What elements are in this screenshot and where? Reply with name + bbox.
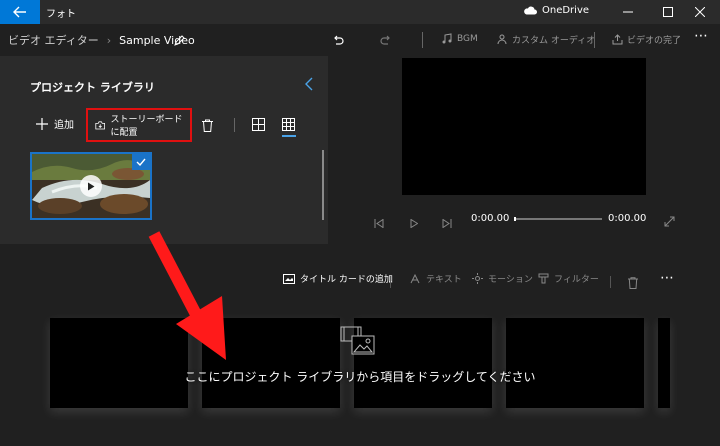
storyboard-divider <box>390 276 391 288</box>
add-title-card-button[interactable]: タイトル カードの追加 <box>283 272 393 285</box>
breadcrumb-separator: › <box>106 33 112 47</box>
prev-frame-button[interactable] <box>374 213 384 232</box>
onedrive-status[interactable]: OneDrive <box>523 5 589 16</box>
storyboard-divider <box>610 276 611 288</box>
play-button[interactable] <box>410 213 419 232</box>
undo-icon <box>334 35 344 45</box>
breadcrumb-root[interactable]: ビデオ エディター <box>8 32 99 48</box>
place-in-storyboard-button[interactable]: ストーリーボードに配置 <box>86 108 192 142</box>
storyboard-slot[interactable] <box>506 318 644 408</box>
library-divider <box>234 118 235 132</box>
chevron-left-icon <box>305 77 313 91</box>
redo-icon <box>380 35 390 45</box>
step-back-icon <box>374 218 384 229</box>
play-icon <box>410 218 419 229</box>
video-preview[interactable] <box>402 58 646 195</box>
export-icon <box>612 34 623 45</box>
cloud-icon <box>524 6 537 15</box>
onedrive-label: OneDrive <box>542 5 590 16</box>
thumbnail-play-button[interactable] <box>80 175 102 197</box>
bgm-button[interactable]: BGM <box>442 33 478 44</box>
toolbar-divider <box>422 32 423 48</box>
storyboard-delete-button[interactable] <box>628 274 638 293</box>
checkmark-icon <box>136 158 146 166</box>
app-title: フォト <box>46 9 76 20</box>
breadcrumb: ビデオ エディター › Sample Video <box>8 32 195 48</box>
close-button[interactable] <box>680 0 720 24</box>
seek-thumb[interactable] <box>514 217 516 221</box>
total-time: 0:00.00 <box>608 213 647 224</box>
more-options-button[interactable]: ⋯ <box>694 28 708 44</box>
finish-video-button[interactable]: ビデオの完了 <box>612 33 681 46</box>
media-placeholder-icon <box>340 326 376 360</box>
step-forward-icon <box>442 218 452 229</box>
storyboard-place-icon <box>95 121 106 130</box>
trash-icon <box>202 119 213 132</box>
grid-3x3-icon <box>282 118 295 131</box>
delete-media-button[interactable] <box>202 117 213 136</box>
trash-icon <box>628 277 638 289</box>
minimize-button[interactable] <box>608 0 648 24</box>
library-scrollbar[interactable] <box>322 150 324 220</box>
seek-bar[interactable] <box>514 217 602 221</box>
text-icon <box>410 273 420 283</box>
storyboard-label: ストーリーボードに配置 <box>110 115 183 138</box>
text-label: テキスト <box>426 275 462 285</box>
motion-button[interactable]: モーション <box>472 272 533 285</box>
storyboard-slot[interactable] <box>658 318 670 408</box>
close-icon <box>695 7 705 17</box>
selected-check[interactable] <box>132 154 150 170</box>
music-note-icon <box>442 33 452 44</box>
filter-label: フィルター <box>554 275 599 285</box>
custom-audio-button[interactable]: カスタム オーディオ <box>497 33 595 46</box>
annotation-arrow <box>148 231 226 360</box>
bgm-label: BGM <box>457 33 478 44</box>
grid-2x2-icon <box>252 118 265 131</box>
large-grid-view-button[interactable] <box>252 116 265 135</box>
storyboard-more-button[interactable]: ⋯ <box>660 270 674 286</box>
filter-button[interactable]: フィルター <box>538 272 599 285</box>
pencil-icon <box>174 35 185 46</box>
media-thumbnail[interactable] <box>30 152 152 220</box>
finish-video-label: ビデオの完了 <box>627 36 682 46</box>
toolbar-divider <box>594 32 595 48</box>
maximize-icon <box>663 7 673 17</box>
text-button[interactable]: テキスト <box>410 272 462 285</box>
minimize-icon <box>623 11 633 13</box>
back-button[interactable] <box>0 0 40 24</box>
redo-button[interactable] <box>380 32 392 51</box>
back-arrow-icon <box>13 6 26 18</box>
current-time: 0:00.00 <box>471 213 510 224</box>
library-title: プロジェクト ライブラリ <box>30 81 155 94</box>
collapse-library-button[interactable] <box>304 76 318 92</box>
filter-icon <box>538 273 549 284</box>
title-card-label: タイトル カードの追加 <box>300 275 393 285</box>
title-card-icon <box>283 273 295 284</box>
motion-label: モーション <box>488 275 533 285</box>
add-label: 追加 <box>54 120 74 131</box>
expand-icon <box>664 216 675 227</box>
small-grid-view-button[interactable] <box>282 116 295 135</box>
custom-audio-label: カスタム オーディオ <box>512 36 596 46</box>
add-media-button[interactable]: 追加 <box>36 116 74 131</box>
rename-button[interactable] <box>174 31 186 50</box>
plus-icon <box>36 117 48 130</box>
drop-hint: ここにプロジェクト ライブラリから項目をドラッグしてください <box>184 370 536 384</box>
next-frame-button[interactable] <box>442 213 452 232</box>
active-view-indicator <box>282 135 296 137</box>
motion-icon <box>472 273 483 284</box>
fullscreen-button[interactable] <box>664 212 675 231</box>
audio-person-icon <box>497 34 507 45</box>
undo-button[interactable] <box>332 32 344 51</box>
play-icon <box>88 182 95 190</box>
